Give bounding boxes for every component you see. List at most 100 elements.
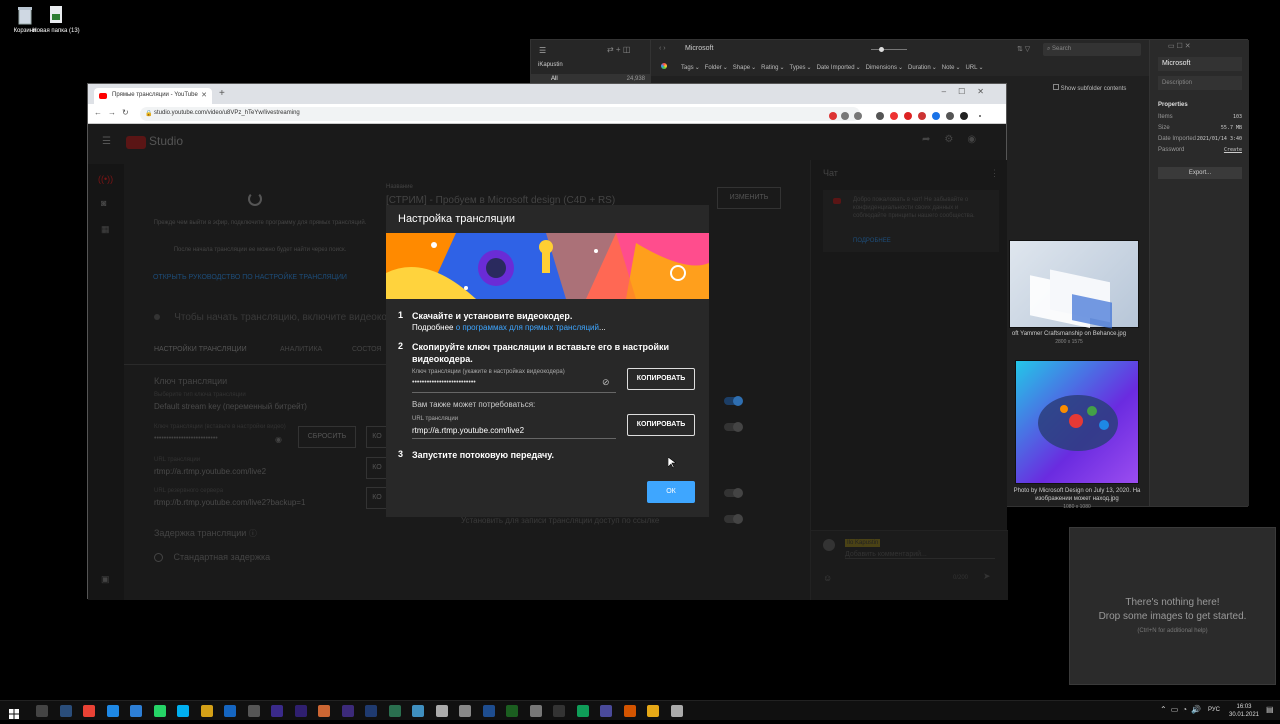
- hide-eye-icon[interactable]: ⊘: [602, 377, 610, 388]
- sidebar-tools-icon[interactable]: ⇄ + ◫: [607, 45, 630, 54]
- backup-field[interactable]: rtmp://b.rtmp.youtube.com/live2?backup=1: [154, 498, 305, 507]
- filter-url[interactable]: URL: [965, 65, 977, 71]
- emoji-icon[interactable]: ☺: [823, 573, 832, 583]
- description-field[interactable]: Description: [1158, 76, 1242, 90]
- copy-key-button[interactable]: КОПИРОВАТЬ: [627, 368, 695, 390]
- taskbar-app-icon[interactable]: [106, 705, 119, 717]
- key-field[interactable]: ••••••••••••••••••••••••••: [154, 435, 218, 442]
- taskbar-app-icon[interactable]: [412, 705, 424, 717]
- copy-button[interactable]: КО: [366, 457, 388, 479]
- show-subfolder-toggle[interactable]: Show subfolder contents: [1053, 84, 1126, 92]
- color-filter-icon[interactable]: [661, 63, 667, 69]
- toggle-off[interactable]: [724, 488, 743, 498]
- copy-button[interactable]: КО: [366, 426, 388, 448]
- tray-icons[interactable]: ⌃▭◔🔊: [1160, 705, 1205, 714]
- thumbnail-yammer[interactable]: [1009, 240, 1139, 329]
- studio-logo[interactable]: Studio: [149, 134, 183, 148]
- taskbar-app-icon[interactable]: [247, 705, 260, 717]
- stream-key-field[interactable]: ••••••••••••••••••••••••••: [412, 379, 476, 386]
- radio-button[interactable]: [154, 553, 163, 563]
- camera-icon[interactable]: ◙: [101, 198, 106, 208]
- taskbar-app-icon[interactable]: [177, 705, 189, 717]
- search-input[interactable]: ⌕ Search: [1043, 43, 1141, 56]
- menu-icon[interactable]: ☰: [539, 46, 546, 55]
- export-button[interactable]: Export...: [1158, 167, 1242, 179]
- property-value[interactable]: Create: [1224, 147, 1242, 153]
- help-icon[interactable]: ⓘ: [249, 529, 257, 538]
- taskbar-app-icon[interactable]: [435, 705, 448, 717]
- checkbox[interactable]: [1053, 84, 1059, 90]
- taskbar-app-icon[interactable]: [318, 705, 330, 717]
- toggle-off[interactable]: [724, 514, 743, 524]
- hamburger-menu-icon[interactable]: ☰: [102, 136, 111, 147]
- window-controls[interactable]: ▭ ☐ ✕: [1168, 42, 1191, 50]
- language-indicator[interactable]: РУС: [1208, 707, 1220, 713]
- guide-link[interactable]: ОТКРЫТЬ РУКОВОДСТВО ПО НАСТРОЙКЕ ТРАНСЛЯ…: [153, 274, 347, 281]
- tab-analytics[interactable]: АНАЛИТИКА: [280, 346, 322, 353]
- taskbar-app-icon[interactable]: [529, 705, 542, 717]
- taskbar-app-icon[interactable]: [459, 705, 471, 717]
- filter-types[interactable]: Types: [790, 65, 806, 71]
- taskbar-app-icon[interactable]: [83, 705, 95, 717]
- ok-button[interactable]: ОК: [647, 481, 695, 503]
- close-tab-icon[interactable]: ✕: [201, 91, 207, 99]
- chat-input[interactable]: Добавить комментарий...: [845, 551, 995, 559]
- filter-note[interactable]: Note: [942, 65, 955, 71]
- stream-url-field[interactable]: rtmp://a.rtmp.youtube.com/live2: [412, 426, 524, 435]
- folder-name-field[interactable]: Microsoft: [1158, 57, 1242, 71]
- taskbar-app-icon[interactable]: [341, 705, 354, 717]
- filter-duration[interactable]: Duration: [908, 65, 931, 71]
- delay-option[interactable]: Стандартная задержка: [154, 552, 270, 563]
- desktop-icon-new-folder[interactable]: Новая папка (13): [31, 5, 81, 35]
- taskbar-app-icon[interactable]: [647, 705, 659, 717]
- taskbar-app-icon[interactable]: [224, 705, 236, 717]
- header-actions-icon[interactable]: ➦⚙◉: [922, 134, 990, 145]
- thumbnail-microsoft-design[interactable]: [1015, 360, 1139, 484]
- chat-more-link[interactable]: ПОДРОБНЕЕ: [853, 238, 891, 244]
- filter-folder[interactable]: Folder: [705, 65, 722, 71]
- taskbar-app-icon[interactable]: [670, 705, 683, 717]
- zoom-slider[interactable]: [871, 47, 907, 52]
- new-tab-icon[interactable]: +: [219, 88, 225, 99]
- filter-rating[interactable]: Rating: [761, 65, 778, 71]
- url-field[interactable]: rtmp://a.rtmp.youtube.com/live2: [154, 467, 266, 476]
- eye-icon[interactable]: ◉: [275, 435, 282, 444]
- live-icon[interactable]: ((•)): [98, 174, 113, 184]
- taskbar-app-icon[interactable]: [36, 705, 48, 717]
- toggle-on[interactable]: [724, 396, 743, 406]
- taskbar-app-icon[interactable]: [482, 705, 495, 717]
- taskbar-app-icon[interactable]: [294, 705, 307, 717]
- taskbar-app-icon[interactable]: [130, 705, 142, 717]
- notifications-icon[interactable]: ▤: [1266, 705, 1274, 714]
- copy-url-button[interactable]: КОПИРОВАТЬ: [627, 414, 695, 436]
- taskbar-app-icon[interactable]: [271, 705, 283, 717]
- filter-date-imported[interactable]: Date Imported: [817, 65, 855, 71]
- encoder-link[interactable]: о программах для прямых трансляций: [456, 323, 599, 332]
- filter-dimensions[interactable]: Dimensions: [866, 65, 897, 71]
- filter-shape[interactable]: Shape: [733, 65, 750, 71]
- nav-buttons-icon[interactable]: ←→↻: [94, 108, 135, 117]
- browser-tab[interactable]: Прямые трансляции - YouTube ✕: [94, 88, 212, 104]
- calendar-icon[interactable]: ▦: [101, 224, 110, 235]
- copy-button[interactable]: КО: [366, 487, 388, 509]
- taskbar-app-icon[interactable]: [553, 705, 565, 717]
- sort-icon[interactable]: ⇅ ▽: [1017, 45, 1030, 53]
- key-type-select[interactable]: Default stream key (переменный битрейт): [154, 402, 307, 411]
- library-name[interactable]: iKapustin: [538, 62, 563, 68]
- address-bar[interactable]: 🔒 studio.youtube.com/video/u8VPz_hTeYw/l…: [140, 107, 860, 121]
- taskbar-app-icon[interactable]: [506, 705, 518, 717]
- taskbar-app-icon[interactable]: [59, 705, 72, 717]
- tab-status[interactable]: СОСТОЯ: [352, 346, 381, 353]
- more-icon[interactable]: ⋮: [990, 168, 999, 179]
- nav-arrows-icon[interactable]: ‹ ›: [659, 45, 666, 52]
- taskbar-app-icon[interactable]: [200, 705, 213, 717]
- reset-button[interactable]: СБРОСИТЬ: [298, 426, 356, 448]
- taskbar-app-icon[interactable]: [623, 705, 636, 717]
- taskbar-app-icon[interactable]: [576, 705, 589, 717]
- tab-stream-settings[interactable]: НАСТРОЙКИ ТРАНСЛЯЦИИ: [154, 346, 247, 353]
- taskbar-app-icon[interactable]: [365, 705, 377, 717]
- feedback-icon[interactable]: ▣: [101, 574, 110, 585]
- edit-button[interactable]: ИЗМЕНИТЬ: [717, 187, 781, 209]
- filter-tags[interactable]: Tags: [681, 65, 694, 71]
- taskbar-app-icon[interactable]: [153, 705, 166, 717]
